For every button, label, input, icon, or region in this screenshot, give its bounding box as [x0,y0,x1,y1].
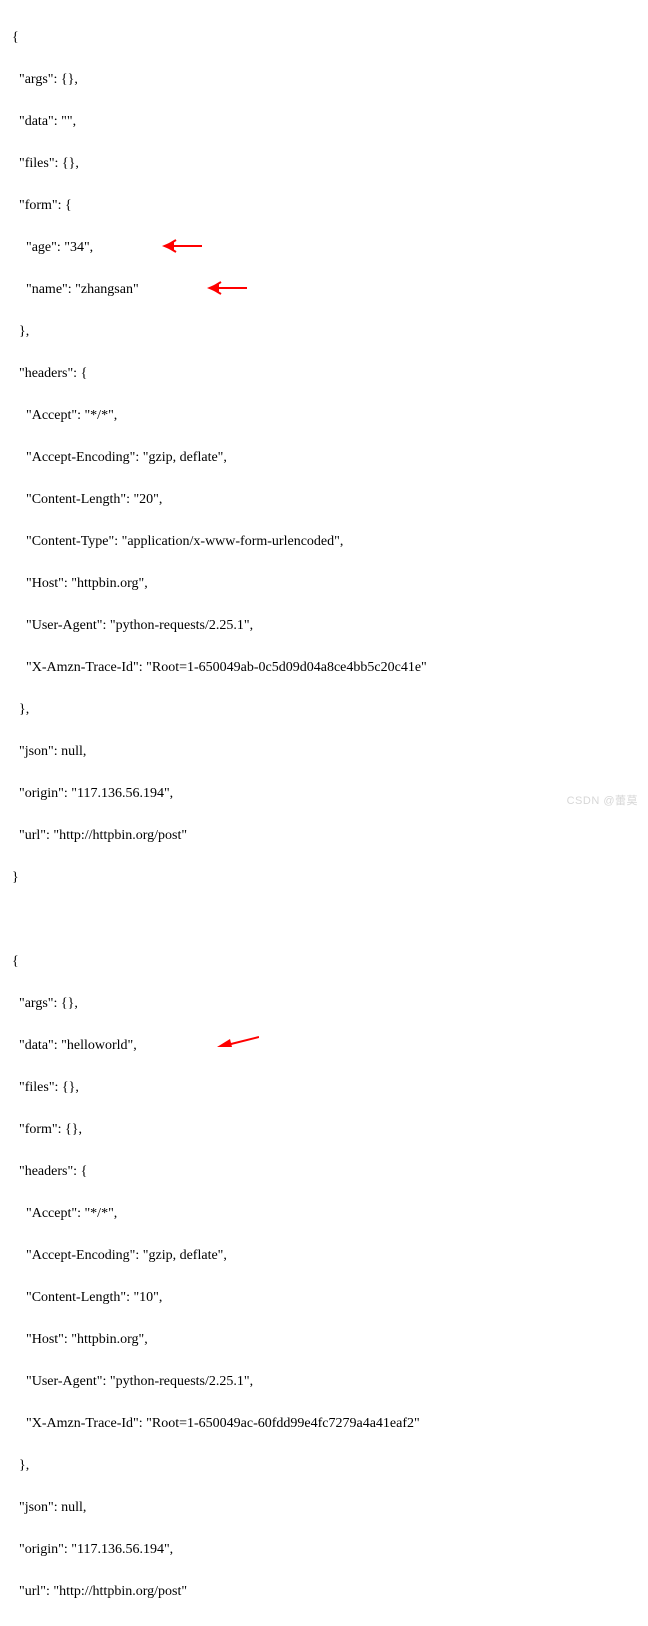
code-line: "url": "http://httpbin.org/post" [12,825,636,846]
code-line: "json": null, [12,741,636,762]
code-line: "data": "", [12,111,636,132]
code-line: "origin": "117.136.56.194", [12,783,636,804]
code-text: "age": "34", [12,240,93,255]
code-line: "User-Agent": "python-requests/2.25.1", [12,615,636,636]
code-line: "headers": { [12,363,636,384]
code-line: { [12,27,636,48]
code-line: "files": {}, [12,153,636,174]
code-line: "name": "zhangsan" [12,279,636,300]
code-line: "args": {}, [12,993,636,1014]
code-line: "form": { [12,195,636,216]
code-line: "url": "http://httpbin.org/post" [12,1581,636,1602]
code-line: }, [12,699,636,720]
code-line: "age": "34", [12,237,636,258]
code-line: } [12,1623,636,1626]
code-line: "json": null, [12,1497,636,1518]
code-line: "data": "helloworld", [12,1035,636,1056]
arrow-icon [207,281,247,295]
code-line: "Accept-Encoding": "gzip, deflate", [12,447,636,468]
code-line: "files": {}, [12,1077,636,1098]
code-line: }, [12,1455,636,1476]
code-text: "name": "zhangsan" [12,282,139,297]
code-line: "headers": { [12,1161,636,1182]
code-line: "User-Agent": "python-requests/2.25.1", [12,1371,636,1392]
code-line: "args": {}, [12,69,636,90]
code-line: "origin": "117.136.56.194", [12,1539,636,1560]
code-line: }, [12,321,636,342]
code-text: "data": "helloworld", [12,1038,137,1053]
json-response-block-1: { "args": {}, "data": "", "files": {}, "… [12,6,636,1626]
code-line: "Content-Length": "10", [12,1287,636,1308]
arrow-icon [162,239,202,253]
code-line: "Accept": "*/*", [12,1203,636,1224]
blank-line [12,909,636,930]
code-line: "X-Amzn-Trace-Id": "Root=1-650049ac-60fd… [12,1413,636,1434]
code-line: "Accept-Encoding": "gzip, deflate", [12,1245,636,1266]
code-line: "Accept": "*/*", [12,405,636,426]
watermark-text: CSDN @蕾莫 [567,793,638,810]
code-line: "form": {}, [12,1119,636,1140]
code-line: "Host": "httpbin.org", [12,573,636,594]
code-line: "Content-Length": "20", [12,489,636,510]
code-line: } [12,867,636,888]
arrow-icon [217,1033,259,1051]
code-line: "Content-Type": "application/x-www-form-… [12,531,636,552]
code-line: "X-Amzn-Trace-Id": "Root=1-650049ab-0c5d… [12,657,636,678]
code-line: "Host": "httpbin.org", [12,1329,636,1350]
code-line: { [12,951,636,972]
